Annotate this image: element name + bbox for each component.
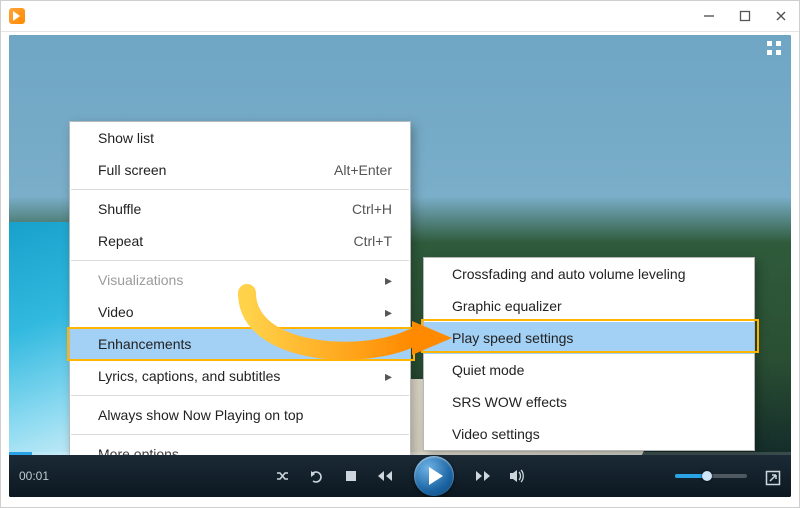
repeat-button[interactable] — [308, 467, 326, 485]
previous-button[interactable] — [376, 467, 394, 485]
shuffle-button[interactable] — [274, 467, 292, 485]
video-area[interactable]: Show list Full screen Alt+Enter Shuffle Ct… — [9, 35, 791, 497]
context-menu-enhancements: Crossfading and auto volume leveling Gra… — [423, 257, 755, 451]
menu-label: Visualizations — [98, 272, 223, 288]
menu-label: Enhancements — [98, 336, 231, 352]
menu-item-enhancements[interactable]: Enhancements ▸ — [70, 328, 410, 360]
menu-separator — [71, 395, 409, 396]
menu-separator — [71, 189, 409, 190]
menu-label: Repeat — [98, 233, 183, 249]
menu-label: Graphic equalizer — [452, 298, 602, 314]
mute-button[interactable] — [508, 467, 526, 485]
progress-track[interactable] — [9, 452, 791, 455]
menu-separator — [71, 434, 409, 435]
titlebar — [1, 1, 799, 32]
menu-item-graphic-equalizer[interactable]: Graphic equalizer — [424, 290, 754, 322]
menu-shortcut: Ctrl+H — [352, 201, 392, 217]
menu-label: Always show Now Playing on top — [98, 407, 343, 423]
menu-shortcut: Alt+Enter — [334, 162, 392, 178]
menu-item-always-on-top[interactable]: Always show Now Playing on top — [70, 399, 410, 431]
maximize-button[interactable] — [727, 1, 763, 31]
window: Show list Full screen Alt+Enter Shuffle Ct… — [0, 0, 800, 508]
menu-label: Full screen — [98, 162, 206, 178]
submenu-arrow-icon: ▸ — [385, 336, 392, 353]
app-icon — [9, 8, 25, 24]
menu-item-show-list[interactable]: Show list — [70, 122, 410, 154]
menu-item-crossfading[interactable]: Crossfading and auto volume leveling — [424, 258, 754, 290]
submenu-arrow-icon: ▸ — [385, 304, 392, 321]
menu-item-repeat[interactable]: Repeat Ctrl+T — [70, 225, 410, 257]
menu-label: Crossfading and auto volume leveling — [452, 266, 725, 282]
next-button[interactable] — [474, 467, 492, 485]
menu-item-visualizations: Visualizations ▸ — [70, 264, 410, 296]
window-buttons — [691, 1, 799, 31]
menu-label: Quiet mode — [452, 362, 564, 378]
playback-bar: 00:01 — [9, 455, 791, 497]
menu-label: Lyrics, captions, and subtitles — [98, 368, 320, 384]
menu-label: Video — [98, 304, 174, 320]
menu-label: SRS WOW effects — [452, 394, 607, 410]
menu-label: Video settings — [452, 426, 580, 442]
play-button[interactable] — [414, 456, 454, 496]
menu-label: Show list — [98, 130, 194, 146]
time-elapsed: 00:01 — [19, 455, 49, 497]
volume-knob[interactable] — [702, 471, 712, 481]
submenu-arrow-icon: ▸ — [385, 368, 392, 385]
menu-label: Shuffle — [98, 201, 181, 217]
menu-label: Play speed settings — [452, 330, 613, 346]
minimize-button[interactable] — [691, 1, 727, 31]
view-fullscreen-toggle-icon[interactable] — [767, 41, 781, 55]
menu-item-lyrics[interactable]: Lyrics, captions, and subtitles ▸ — [70, 360, 410, 392]
menu-item-quiet-mode[interactable]: Quiet mode — [424, 354, 754, 386]
switch-to-library-icon[interactable] — [765, 470, 781, 489]
volume-control[interactable] — [675, 455, 747, 497]
menu-item-video[interactable]: Video ▸ — [70, 296, 410, 328]
close-button[interactable] — [763, 1, 799, 31]
menu-item-full-screen[interactable]: Full screen Alt+Enter — [70, 154, 410, 186]
context-menu-main: Show list Full screen Alt+Enter Shuffle Ct… — [69, 121, 411, 497]
stop-button[interactable] — [342, 467, 360, 485]
menu-item-shuffle[interactable]: Shuffle Ctrl+H — [70, 193, 410, 225]
menu-separator — [71, 260, 409, 261]
menu-item-srs-wow[interactable]: SRS WOW effects — [424, 386, 754, 418]
menu-item-play-speed[interactable]: Play speed settings — [424, 322, 754, 354]
submenu-arrow-icon: ▸ — [385, 272, 392, 289]
menu-shortcut: Ctrl+T — [354, 233, 393, 249]
menu-item-video-settings[interactable]: Video settings — [424, 418, 754, 450]
volume-slider[interactable] — [675, 474, 747, 478]
